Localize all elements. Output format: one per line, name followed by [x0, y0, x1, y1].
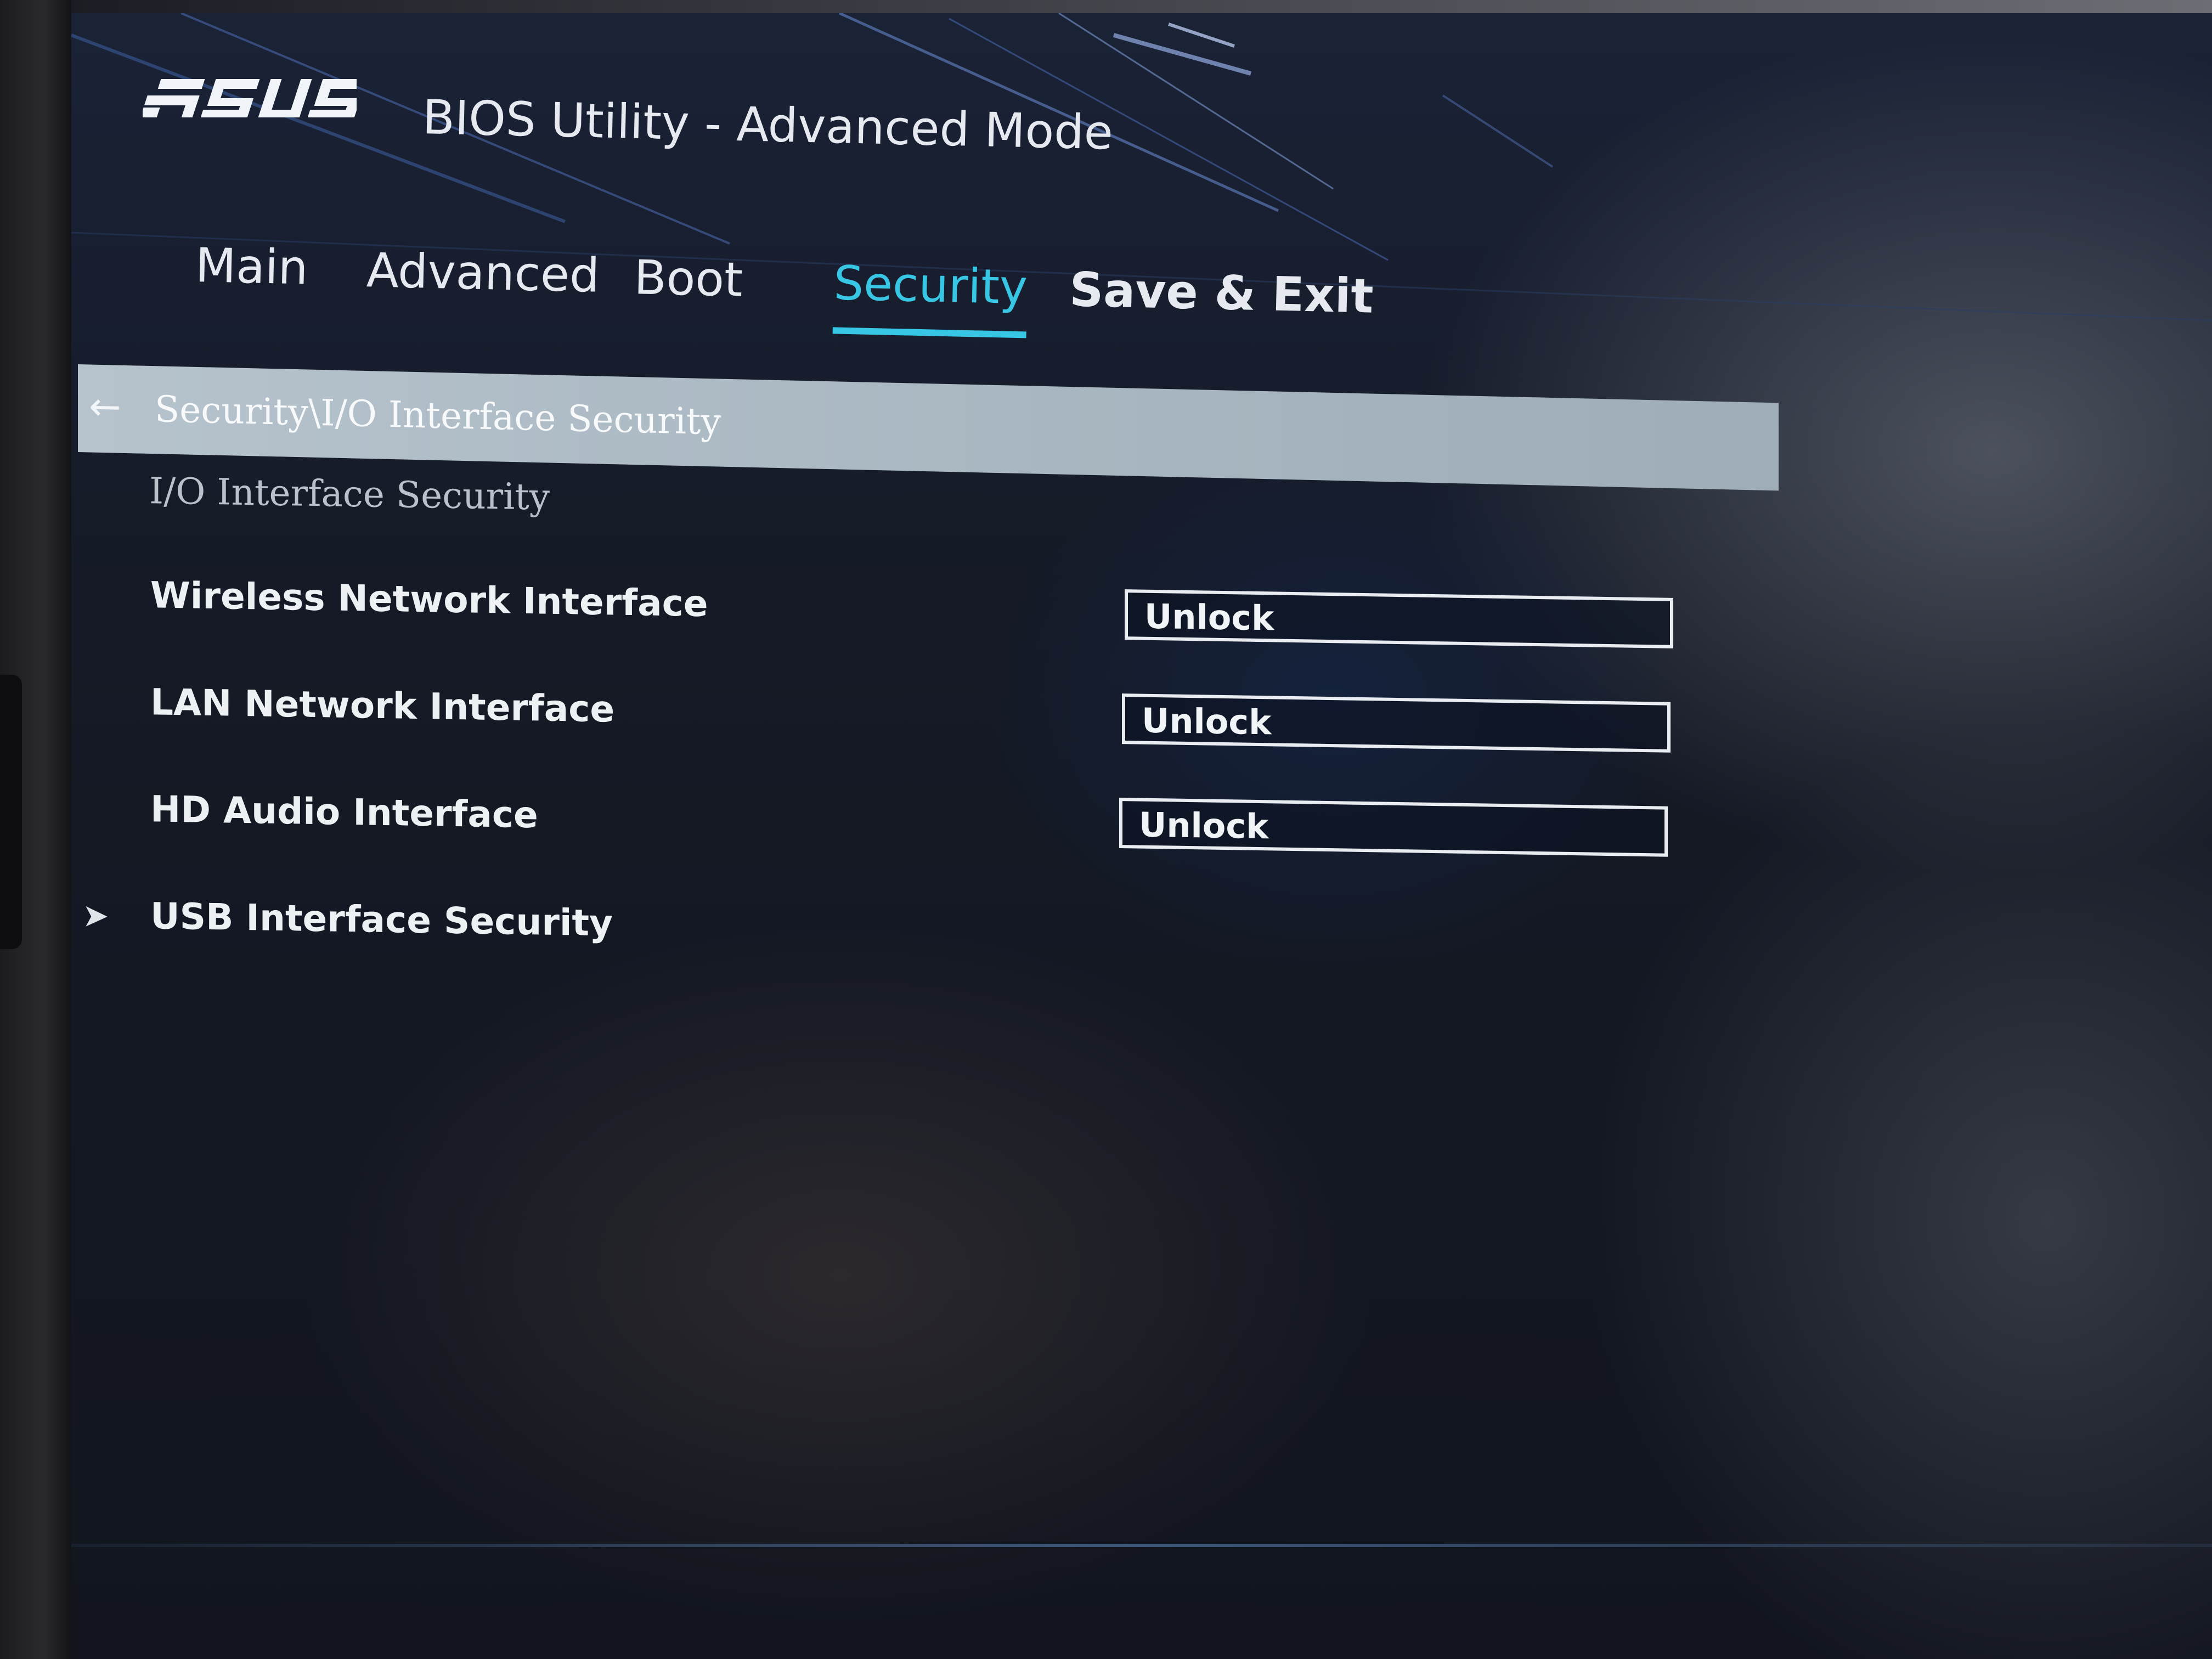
tab-boot[interactable]: Boot [633, 250, 743, 324]
wireless-network-interface-select[interactable]: Unlock [1125, 589, 1673, 648]
bios-screen: BIOS Utility - Advanced Mode Main Advanc… [71, 13, 2212, 1659]
tab-advanced[interactable]: Advanced [365, 243, 600, 320]
tab-save-exit[interactable]: Save & Exit [1069, 262, 1374, 341]
breadcrumb-bar: ← Security\I/O Interface Security [78, 364, 1779, 491]
hd-audio-interface-value: Unlock [1139, 804, 1269, 847]
section-title: I/O Interface Security [149, 470, 550, 518]
monitor-bezel-top [71, 0, 2212, 13]
lan-network-interface-value: Unlock [1142, 700, 1272, 743]
hd-audio-interface-select[interactable]: Unlock [1119, 798, 1668, 857]
wireless-network-interface-value: Unlock [1144, 596, 1274, 639]
footer-divider [71, 1544, 2212, 1547]
breadcrumb: Security\I/O Interface Security [155, 388, 721, 443]
submenu-arrow-icon: ➤ [82, 896, 109, 935]
settings-panel: I/O Interface Security Wireless Network … [71, 469, 1827, 1154]
lan-network-interface-select[interactable]: Unlock [1122, 693, 1671, 753]
tab-security[interactable]: Security [832, 256, 1028, 338]
asus-logo [143, 79, 357, 117]
back-arrow-icon[interactable]: ← [89, 383, 121, 429]
usb-interface-security-item[interactable]: USB Interface Security [150, 895, 613, 944]
wireless-network-interface-label[interactable]: Wireless Network Interface [150, 574, 708, 625]
hd-audio-interface-label[interactable]: HD Audio Interface [150, 788, 538, 836]
monitor-bezel-notch [0, 675, 22, 949]
tab-main[interactable]: Main [194, 238, 309, 312]
lan-network-interface-label[interactable]: LAN Network Interface [150, 681, 614, 730]
